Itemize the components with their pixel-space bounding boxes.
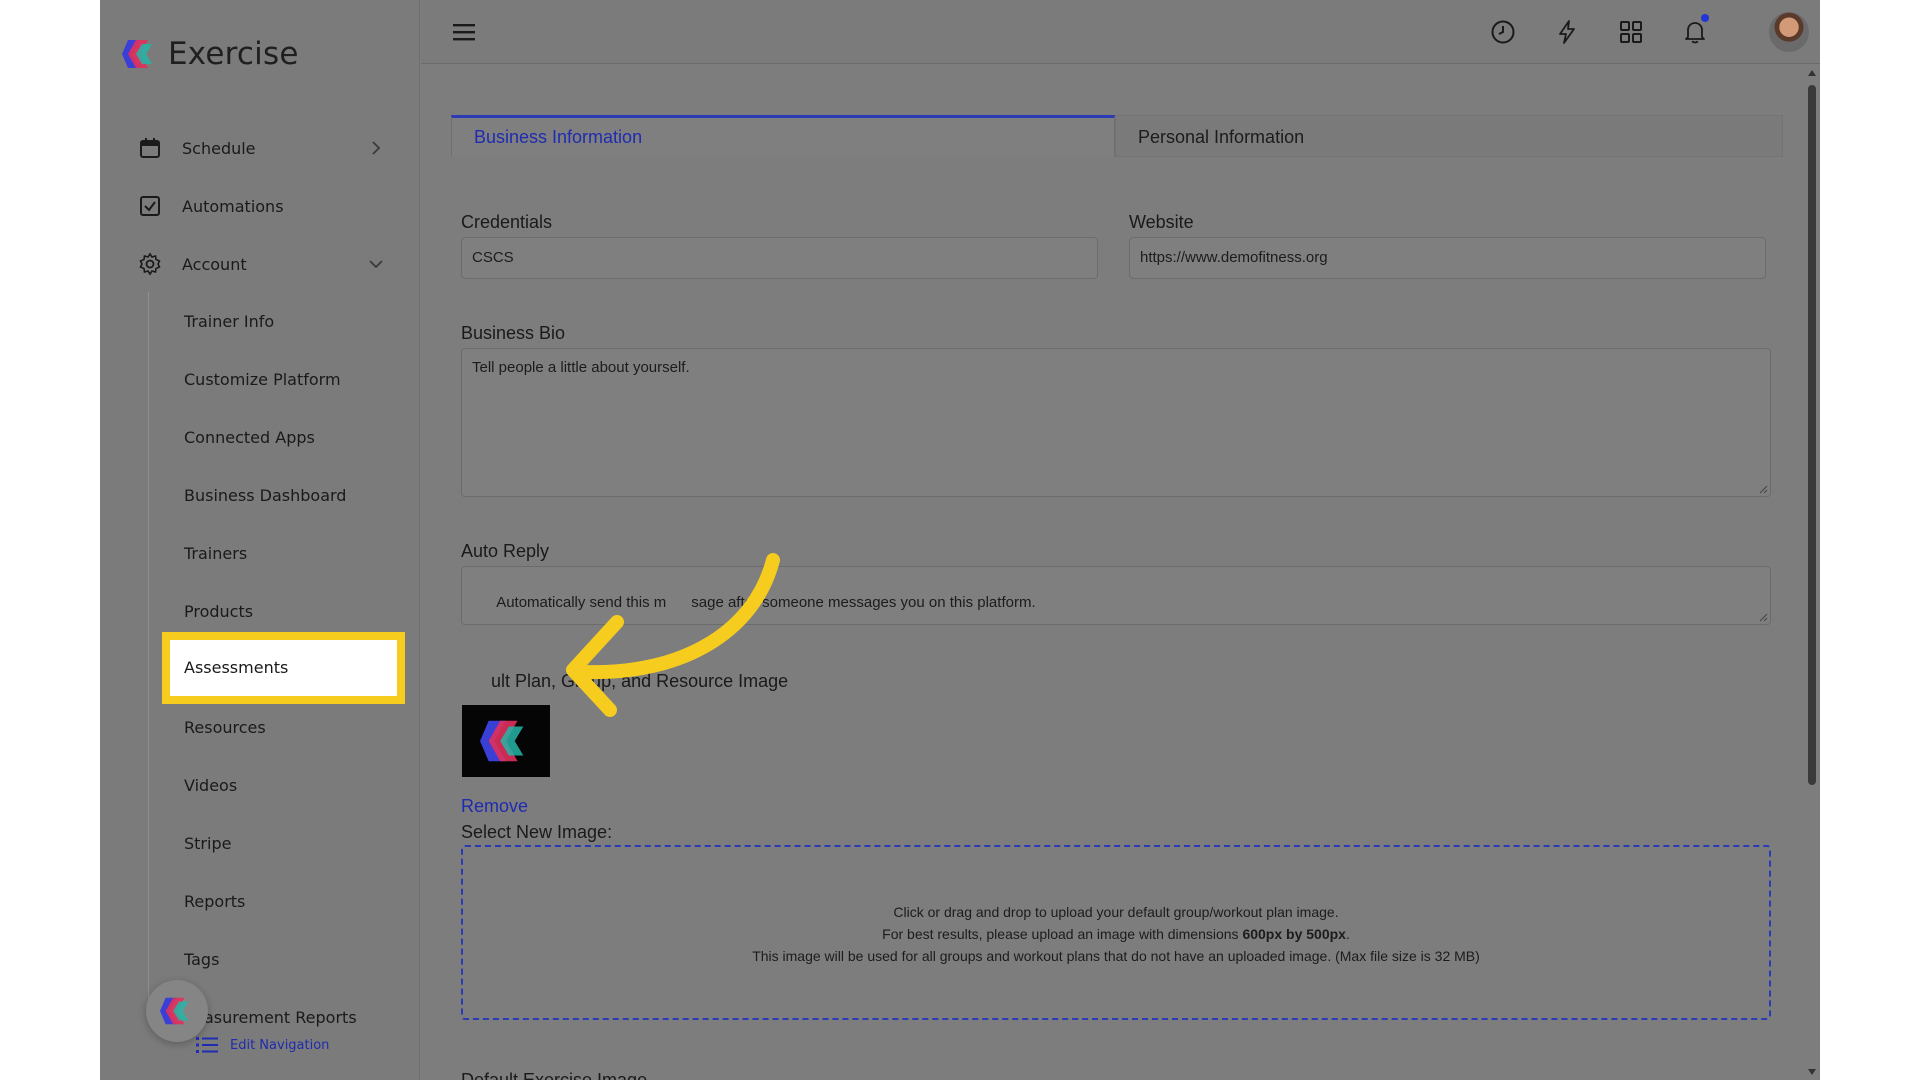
sidebar-item-label: Schedule: [182, 138, 256, 158]
business-bio-label: Business Bio: [461, 323, 566, 343]
sidebar-item-measurement-reports[interactable]: asurement Reports: [204, 998, 357, 1038]
sidebar-item-automations[interactable]: Automations: [138, 186, 386, 226]
lightning-icon[interactable]: [1553, 18, 1581, 46]
bell-icon[interactable]: [1681, 14, 1709, 46]
help-launcher-logo[interactable]: [146, 980, 208, 1042]
credentials-label: Credentials: [461, 212, 553, 232]
sidebar-item-reports[interactable]: Reports: [184, 882, 245, 922]
scroll-up-icon[interactable]: [1807, 69, 1817, 77]
sidebar-item-label: Account: [182, 254, 247, 274]
gear-icon: [138, 252, 162, 276]
edit-navigation-link[interactable]: Edit Navigation: [196, 1036, 329, 1054]
brand-logo-icon: [160, 997, 189, 1025]
app-name: Exercise: [168, 36, 299, 72]
sidebar-item-label: Assessments: [184, 658, 289, 677]
sidebar-item-business-dashboard[interactable]: Business Dashboard: [184, 476, 346, 516]
brand-logo-icon: [122, 40, 152, 68]
menu-icon[interactable]: [451, 20, 477, 44]
brand-logo-icon: [480, 720, 524, 762]
website-field[interactable]: https://www.demofitness.org: [1129, 237, 1766, 279]
sidebar-item-label: Automations: [182, 196, 284, 216]
tutorial-arrow-icon: [566, 553, 780, 717]
notification-dot: [1701, 14, 1709, 22]
sidebar-item-connected-apps[interactable]: Connected Apps: [184, 418, 315, 458]
business-bio-placeholder: Tell people a little about yourself.: [472, 359, 690, 376]
grid-icon[interactable]: [1617, 18, 1645, 46]
resize-handle-icon[interactable]: [1758, 612, 1768, 622]
sidebar-item-videos[interactable]: Videos: [184, 766, 237, 806]
credentials-field[interactable]: CSCS: [461, 237, 1098, 279]
website-label: Website: [1129, 212, 1194, 232]
sidebar-item-resources[interactable]: Resources: [184, 708, 266, 748]
clock-icon[interactable]: [1489, 18, 1517, 46]
avatar[interactable]: [1769, 12, 1809, 52]
dropzone-usage-note: This image will be used for all groups a…: [752, 948, 1480, 964]
dropzone-dimensions-hint: For best results, please upload an image…: [882, 926, 1350, 942]
sidebar-item-schedule[interactable]: Schedule: [138, 128, 386, 168]
tab-bar: Business Information Personal Informatio…: [451, 115, 1783, 157]
business-bio-textarea[interactable]: Tell people a little about yourself.: [461, 348, 1771, 497]
sidebar-item-trainers[interactable]: Trainers: [184, 534, 247, 574]
tab-business-information[interactable]: Business Information: [451, 115, 1115, 157]
sidebar-item-trainer-info[interactable]: Trainer Info: [184, 302, 274, 342]
auto-reply-label: Auto Reply: [461, 541, 550, 561]
sidebar-item-account[interactable]: Account: [138, 244, 386, 284]
dropzone-instructions: Click or drag and drop to upload your de…: [893, 904, 1339, 920]
sidebar-item-assessments[interactable]: Assessments: [162, 632, 405, 704]
list-icon: [196, 1037, 218, 1053]
sidebar-item-stripe[interactable]: Stripe: [184, 824, 231, 864]
select-new-image-label: Select New Image:: [461, 822, 613, 842]
checkbox-icon: [138, 194, 162, 218]
brand[interactable]: Exercise: [122, 36, 299, 72]
chevron-down-icon: [369, 260, 383, 269]
edit-navigation-label: Edit Navigation: [230, 1037, 330, 1053]
sidebar: Exercise Schedule Automations Account Tr…: [100, 0, 420, 1080]
chevron-right-icon: [372, 141, 381, 155]
scrollbar-thumb[interactable]: [1808, 85, 1816, 785]
main-scrollbar[interactable]: [1804, 65, 1820, 1080]
topbar: [421, 0, 1820, 64]
subnav-divider: [148, 292, 149, 1012]
remove-image-link[interactable]: Remove: [461, 796, 528, 817]
tab-personal-information[interactable]: Personal Information: [1115, 115, 1783, 157]
sidebar-item-customize-platform[interactable]: Customize Platform: [184, 360, 341, 400]
default-exercise-image-label: Default Exercise Image: [461, 1070, 648, 1080]
sidebar-item-tags[interactable]: Tags: [184, 940, 219, 980]
calendar-icon: [138, 136, 162, 160]
image-upload-dropzone[interactable]: Click or drag and drop to upload your de…: [461, 845, 1771, 1020]
sidebar-item-products[interactable]: Products: [184, 592, 253, 632]
default-image-thumbnail: [462, 705, 550, 777]
scroll-down-icon[interactable]: [1807, 1068, 1817, 1076]
resize-handle-icon[interactable]: [1758, 484, 1768, 494]
app-window: Exercise Schedule Automations Account Tr…: [100, 0, 1820, 1080]
